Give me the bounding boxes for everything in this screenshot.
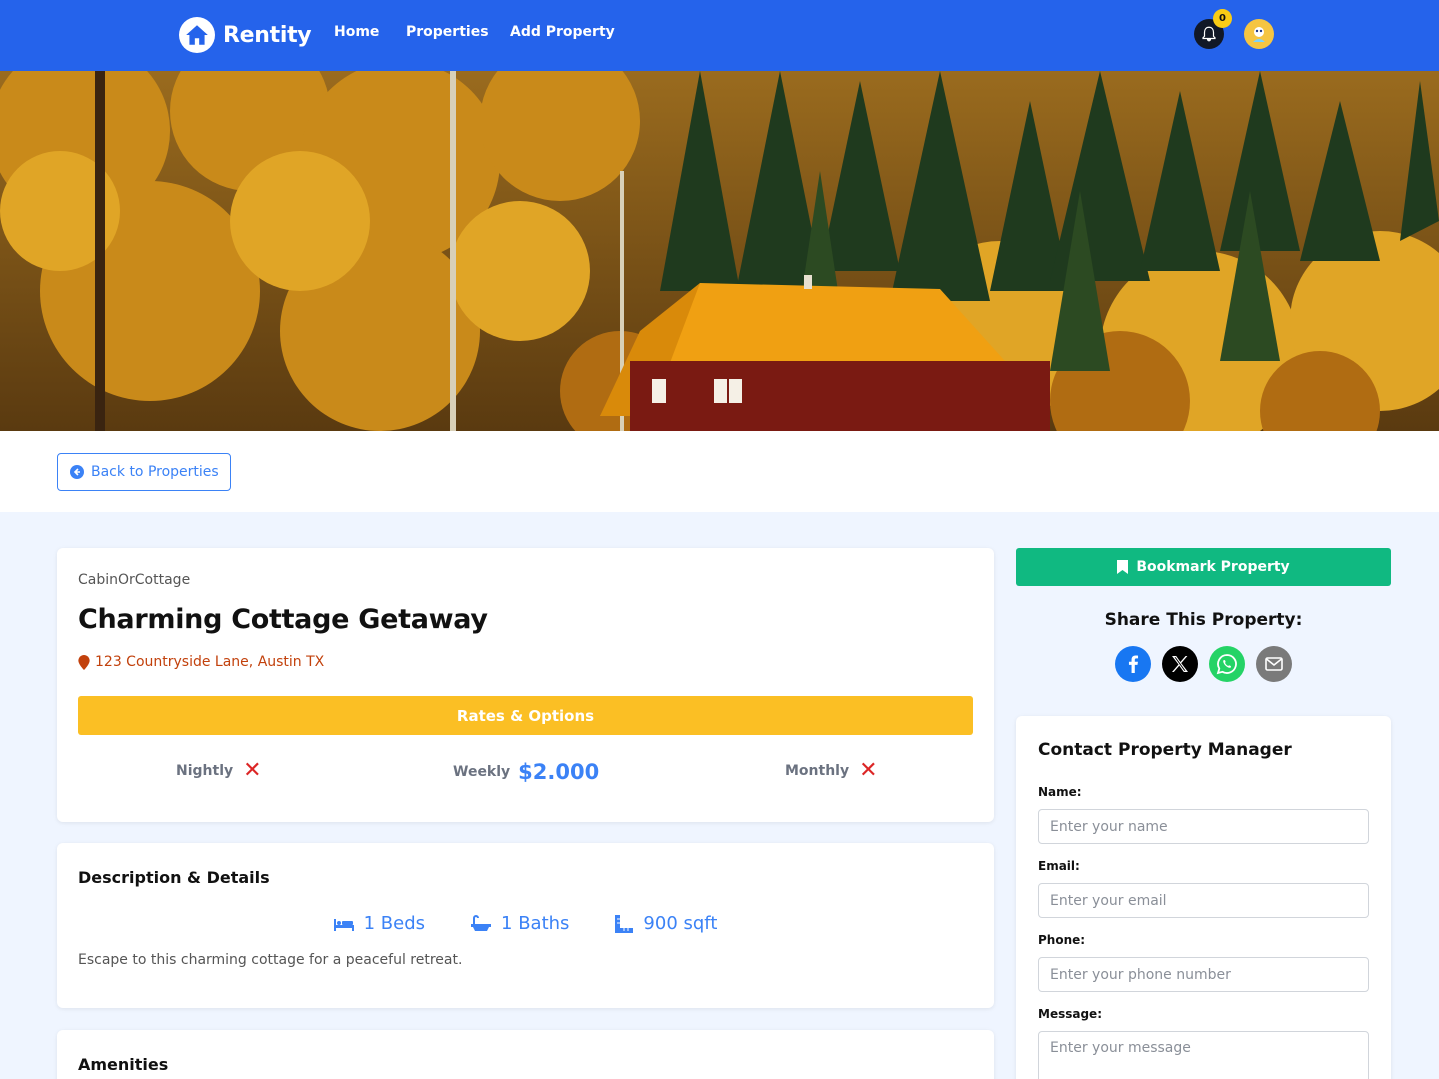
map-marker-icon xyxy=(78,654,90,670)
brand-logo[interactable]: Rentity xyxy=(179,17,312,53)
email-icon xyxy=(1265,657,1283,671)
notification-count-badge: 0 xyxy=(1213,9,1232,28)
bell-icon xyxy=(1202,26,1216,42)
rate-weekly: Weekly $2.000 xyxy=(453,760,599,784)
bath-icon xyxy=(471,914,492,931)
email-label: Email: xyxy=(1038,859,1080,873)
whatsapp-share-button[interactable] xyxy=(1209,646,1245,682)
unavailable-x-icon: ✕ xyxy=(243,758,262,783)
arrow-left-circle-icon xyxy=(70,465,84,479)
property-summary-card: CabinOrCottage Charming Cottage Getaway … xyxy=(57,548,994,822)
rate-weekly-label: Weekly xyxy=(453,764,511,780)
amenities-card: Amenities xyxy=(57,1030,994,1079)
rate-weekly-price: $2.000 xyxy=(518,760,600,784)
rates-header: Rates & Options xyxy=(78,696,973,735)
amenities-title: Amenities xyxy=(78,1055,169,1074)
property-title: Charming Cottage Getaway xyxy=(78,604,488,635)
message-input[interactable] xyxy=(1038,1031,1369,1079)
sqft-text: 900 sqft xyxy=(643,913,718,934)
bookmark-label: Bookmark Property xyxy=(1136,559,1290,575)
back-bar: Back to Properties xyxy=(0,431,1439,512)
facebook-share-button[interactable] xyxy=(1115,646,1151,682)
property-address: 123 Countryside Lane, Austin TX xyxy=(78,654,324,670)
avatar-icon xyxy=(1248,23,1270,45)
bookmark-property-button[interactable]: Bookmark Property xyxy=(1016,548,1391,586)
share-title: Share This Property: xyxy=(1104,610,1303,630)
house-icon xyxy=(179,17,215,53)
rate-nightly-label: Nightly xyxy=(176,763,234,779)
property-stats: 1 Beds 1 Baths 900 sqft xyxy=(57,913,994,934)
top-navbar: Rentity Home Properties Add Property 0 xyxy=(0,0,1439,71)
unavailable-x-icon: ✕ xyxy=(859,758,878,783)
bed-icon xyxy=(333,918,354,931)
property-description: Escape to this charming cottage for a pe… xyxy=(78,952,463,968)
sqft-stat: 900 sqft xyxy=(615,913,717,934)
x-icon xyxy=(1172,656,1188,672)
rate-monthly-label: Monthly xyxy=(785,763,850,779)
property-type: CabinOrCottage xyxy=(78,572,191,588)
x-share-button[interactable] xyxy=(1162,646,1198,682)
rate-nightly: Nightly ✕ xyxy=(176,760,262,782)
whatsapp-icon xyxy=(1216,654,1237,675)
baths-text: 1 Baths xyxy=(501,913,570,934)
name-label: Name: xyxy=(1038,785,1082,799)
description-details-card: Description & Details 1 Beds 1 Baths 900… xyxy=(57,843,994,1008)
contact-title: Contact Property Manager xyxy=(1038,740,1292,760)
phone-label: Phone: xyxy=(1038,933,1086,947)
message-label: Message: xyxy=(1038,1007,1102,1021)
email-share-button[interactable] xyxy=(1256,646,1292,682)
baths-stat: 1 Baths xyxy=(471,913,569,934)
user-avatar[interactable] xyxy=(1244,19,1274,49)
back-to-properties-button[interactable]: Back to Properties xyxy=(57,453,231,491)
phone-input[interactable] xyxy=(1038,957,1369,992)
rate-monthly: Monthly ✕ xyxy=(785,760,878,782)
share-buttons xyxy=(1115,646,1292,682)
name-input[interactable] xyxy=(1038,809,1369,844)
back-button-label: Back to Properties xyxy=(91,464,219,480)
contact-manager-card: Contact Property Manager Name: Email: Ph… xyxy=(1016,716,1391,1079)
address-text: 123 Countryside Lane, Austin TX xyxy=(95,654,325,670)
email-input[interactable] xyxy=(1038,883,1369,918)
nav-link-properties[interactable]: Properties xyxy=(406,24,489,40)
brand-name: Rentity xyxy=(223,22,312,48)
nav-link-home[interactable]: Home xyxy=(334,24,379,40)
beds-stat: 1 Beds xyxy=(333,913,426,934)
beds-text: 1 Beds xyxy=(363,913,426,934)
nav-link-add-property[interactable]: Add Property xyxy=(510,24,615,40)
ruler-combined-icon xyxy=(615,914,634,933)
bookmark-icon xyxy=(1117,560,1129,574)
property-hero-image xyxy=(0,71,1439,431)
facebook-icon xyxy=(1128,655,1139,673)
details-title: Description & Details xyxy=(78,868,270,887)
